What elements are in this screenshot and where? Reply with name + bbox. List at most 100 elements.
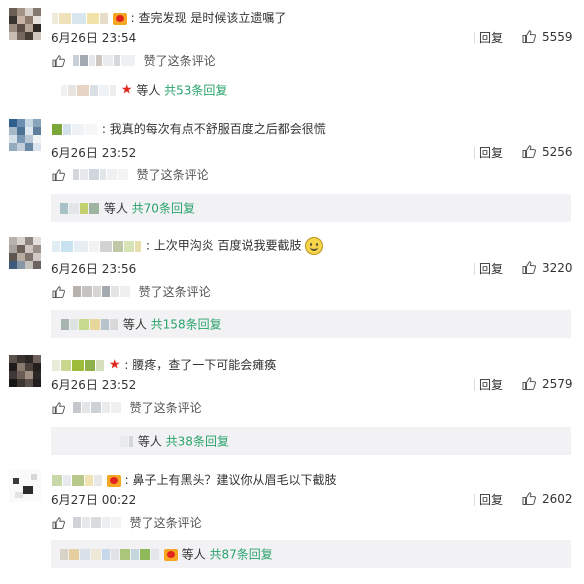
replier-blurred[interactable] xyxy=(110,85,116,96)
username-blurred[interactable] xyxy=(72,13,86,24)
liker-avatar-blurred[interactable] xyxy=(90,402,101,413)
avatar[interactable] xyxy=(9,470,41,502)
username-blurred[interactable] xyxy=(96,360,104,371)
username-blurred[interactable] xyxy=(100,13,108,24)
sub-replies-box[interactable]: 等人 共158条回复 xyxy=(51,310,571,338)
username-blurred[interactable] xyxy=(74,240,88,252)
replier-blurred[interactable] xyxy=(110,319,118,330)
username-blurred[interactable] xyxy=(61,360,71,371)
username-blurred[interactable] xyxy=(52,360,60,371)
liker-avatar-blurred[interactable] xyxy=(90,517,101,528)
reply-button[interactable]: 回复 xyxy=(479,145,503,161)
avatar[interactable] xyxy=(9,237,41,269)
liker-avatar-blurred[interactable] xyxy=(72,286,81,297)
replier-blurred[interactable] xyxy=(69,549,79,560)
liker-avatar-blurred[interactable] xyxy=(110,286,119,297)
replier-blurred[interactable] xyxy=(131,549,139,560)
liker-avatar-blurred[interactable] xyxy=(101,286,110,297)
reply-button[interactable]: 回复 xyxy=(479,30,503,46)
username-blurred[interactable] xyxy=(52,240,60,252)
replier-blurred[interactable] xyxy=(69,203,79,214)
liker-avatar-blurred[interactable] xyxy=(120,55,135,66)
replier-blurred[interactable] xyxy=(90,319,100,330)
liker-avatar-blurred[interactable] xyxy=(81,402,90,413)
replier-blurred[interactable] xyxy=(61,85,67,96)
liker-avatar-blurred[interactable] xyxy=(72,169,79,180)
replier-blurred[interactable] xyxy=(151,549,159,560)
sub-replies-box[interactable]: ★ 等人 共53条回复 xyxy=(51,76,571,104)
username-blurred[interactable] xyxy=(87,13,99,24)
username-blurred[interactable] xyxy=(85,360,95,371)
username-blurred[interactable] xyxy=(52,475,62,486)
avatar[interactable] xyxy=(9,119,41,151)
username-blurred[interactable] xyxy=(135,240,141,252)
liker-avatar-blurred[interactable] xyxy=(88,55,95,66)
username-blurred[interactable] xyxy=(72,360,84,371)
username-blurred[interactable] xyxy=(124,240,134,252)
username-blurred[interactable] xyxy=(100,240,112,252)
liker-avatar-blurred[interactable] xyxy=(113,55,120,66)
replier-blurred[interactable] xyxy=(101,319,109,330)
username-blurred[interactable] xyxy=(85,124,97,135)
replier-blurred[interactable] xyxy=(89,203,99,214)
liker-avatar-blurred[interactable] xyxy=(110,402,121,413)
replier-blurred[interactable] xyxy=(61,319,69,330)
replier-blurred[interactable] xyxy=(129,436,133,447)
sub-replies-box[interactable]: 等人 共87条回复 xyxy=(51,540,571,568)
avatar[interactable] xyxy=(9,8,41,40)
liker-avatar-blurred[interactable] xyxy=(72,517,81,528)
username-blurred[interactable] xyxy=(63,124,71,135)
username-blurred[interactable] xyxy=(52,124,62,135)
liker-avatar-blurred[interactable] xyxy=(99,169,106,180)
username-blurred[interactable] xyxy=(94,475,102,486)
replier-blurred[interactable] xyxy=(68,85,76,96)
sub-replies-box[interactable]: 等人 共70条回复 xyxy=(51,194,571,222)
avatar[interactable] xyxy=(9,355,41,387)
sub-total-link[interactable]: 共38条回复 xyxy=(166,435,229,449)
reply-button[interactable]: 回复 xyxy=(479,377,503,393)
liker-avatar-blurred[interactable] xyxy=(106,169,117,180)
replier-blurred[interactable] xyxy=(77,85,89,96)
sub-total-link[interactable]: 共87条回复 xyxy=(210,548,273,562)
liker-avatar-blurred[interactable] xyxy=(95,55,102,66)
liker-avatar-blurred[interactable] xyxy=(110,517,121,528)
replier-blurred[interactable] xyxy=(80,203,88,214)
username-blurred[interactable] xyxy=(85,475,93,486)
liker-avatar-blurred[interactable] xyxy=(72,55,79,66)
replier-blurred[interactable] xyxy=(140,549,150,560)
sub-total-link[interactable]: 共53条回复 xyxy=(164,84,227,98)
sub-total-link[interactable]: 共70条回复 xyxy=(132,202,195,216)
username-blurred[interactable] xyxy=(52,13,58,24)
username-blurred[interactable] xyxy=(61,240,73,252)
username-blurred[interactable] xyxy=(59,13,71,24)
replier-blurred[interactable] xyxy=(60,549,68,560)
liker-avatar-blurred[interactable] xyxy=(119,286,130,297)
username-blurred[interactable] xyxy=(63,475,71,486)
liker-avatar-blurred[interactable] xyxy=(72,402,81,413)
username-blurred[interactable] xyxy=(113,240,123,252)
liker-avatar-blurred[interactable] xyxy=(81,286,92,297)
replier-blurred[interactable] xyxy=(120,549,130,560)
replier-blurred[interactable] xyxy=(80,549,90,560)
replier-blurred[interactable] xyxy=(79,319,89,330)
liker-avatar-blurred[interactable] xyxy=(101,402,110,413)
username-blurred[interactable] xyxy=(89,240,99,252)
replier-blurred[interactable] xyxy=(99,85,109,96)
liker-avatar-blurred[interactable] xyxy=(92,286,101,297)
replier-blurred[interactable] xyxy=(90,85,98,96)
username-blurred[interactable] xyxy=(72,124,84,135)
reply-button[interactable]: 回复 xyxy=(479,261,503,277)
liker-avatar-blurred[interactable] xyxy=(81,517,90,528)
replier-blurred[interactable] xyxy=(70,319,78,330)
replier-blurred[interactable] xyxy=(111,549,119,560)
liker-avatar-blurred[interactable] xyxy=(102,55,113,66)
replier-blurred[interactable] xyxy=(120,436,128,447)
liker-avatar-blurred[interactable] xyxy=(117,169,128,180)
replier-blurred[interactable] xyxy=(91,549,101,560)
liker-avatar-blurred[interactable] xyxy=(79,169,88,180)
reply-button[interactable]: 回复 xyxy=(479,492,503,508)
liker-avatar-blurred[interactable] xyxy=(88,169,99,180)
replier-blurred[interactable] xyxy=(60,203,68,214)
replier-blurred[interactable] xyxy=(102,549,110,560)
sub-total-link[interactable]: 共158条回复 xyxy=(151,318,222,332)
